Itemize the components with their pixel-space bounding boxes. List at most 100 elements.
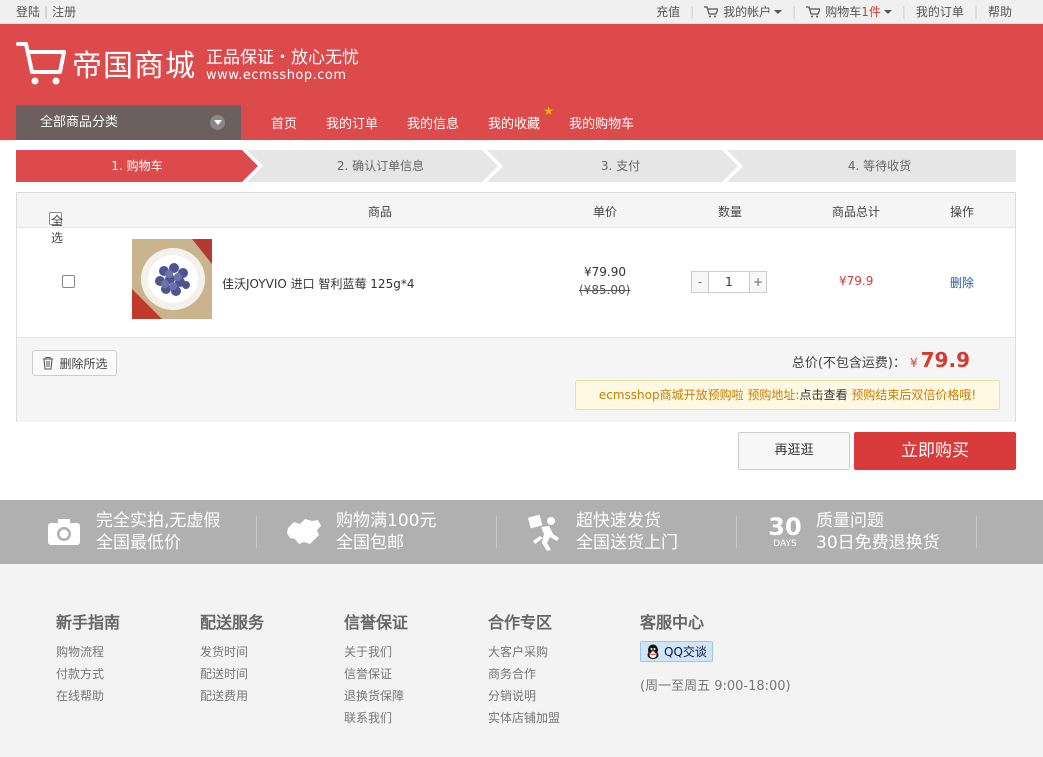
- cart-table: 全选 商品 单价 数量 商品总计 操作 佳沃JOYVIO 进口 智利蓝莓 125…: [16, 192, 1016, 422]
- footer-link[interactable]: 在线帮助: [56, 685, 120, 707]
- cart-summary: 删除所选 总价(不包含运费)： ¥ 79.9 ecmsshop商城开放预购啦 预…: [17, 338, 1015, 422]
- checkout-steps: 1. 购物车 2. 确认订单信息 3. 支付 4. 等待收货: [16, 150, 1016, 182]
- slogan: 正品保证・放心无忧 www.ecmsshop.com: [206, 43, 359, 83]
- item-checkbox[interactable]: [62, 275, 75, 288]
- nav-my-favorites[interactable]: 我的收藏 ★: [488, 104, 554, 132]
- service-item-free-shipping: 购物满100元 全国包邮: [285, 500, 436, 564]
- help-link[interactable]: 帮助: [988, 3, 1012, 20]
- site-logo[interactable]: 帝国商城 正品保证・放心无忧 www.ecmsshop.com: [16, 38, 359, 88]
- delete-selected-label: 删除所选: [59, 356, 108, 371]
- footer-link[interactable]: 联系我们: [344, 707, 408, 729]
- quantity-minus-button[interactable]: -: [691, 271, 709, 293]
- my-orders-link[interactable]: 我的订单: [916, 3, 964, 20]
- recharge-link[interactable]: 充值: [656, 3, 680, 20]
- step-confirm-order: 2. 确认订单信息: [336, 159, 425, 173]
- all-categories-label: 全部商品分类: [40, 115, 119, 130]
- footer-link[interactable]: 退换货保障: [344, 685, 408, 707]
- col-action: 操作: [950, 205, 975, 219]
- step-wait-delivery: 4. 等待收货: [847, 159, 912, 173]
- footer-col-title: 新手指南: [56, 613, 121, 632]
- total-label: 总价(不包含运费)：: [791, 356, 906, 371]
- divider: |: [901, 4, 906, 19]
- footer-link[interactable]: 大客户采购: [488, 641, 560, 663]
- divider: |: [690, 4, 695, 19]
- divider: |: [792, 4, 797, 19]
- nav-my-orders[interactable]: 我的订单: [326, 113, 378, 132]
- service-text: 购物满100元 全国包邮: [336, 510, 436, 554]
- col-unit-price: 单价: [593, 205, 618, 219]
- item-subtotal: ¥79.9: [839, 274, 874, 288]
- divider: [496, 516, 497, 548]
- star-icon: ★: [543, 104, 555, 118]
- notice-text: ecmsshop商城开放预购啦 预购地址:: [598, 388, 800, 402]
- qq-penguin-icon: [647, 644, 659, 659]
- total-amount: 79.9: [920, 348, 970, 372]
- footer-link[interactable]: 分销说明: [488, 685, 560, 707]
- unit-price: ¥79.90: [584, 265, 626, 279]
- footer-link[interactable]: 配送时间: [200, 663, 264, 685]
- footer-col-title: 配送服务: [200, 613, 265, 632]
- quantity-input[interactable]: 1: [709, 271, 749, 293]
- service-text: 完全实拍,无虚假 全国最低价: [96, 510, 220, 554]
- service-line1: 完全实拍,无虚假: [96, 511, 221, 531]
- service-text: 质量问题 30日免费退换货: [816, 510, 940, 554]
- register-link[interactable]: 注册: [52, 5, 76, 19]
- footer-link[interactable]: 关于我们: [344, 641, 408, 663]
- top-bar: 登陆 | 注册 充值 | 我的帐户 | 购物车 1件 | 我的订单 | 帮助: [0, 0, 1043, 24]
- chevron-down-icon: [210, 115, 225, 130]
- account-label: 我的帐户: [723, 5, 772, 19]
- service-bar: 完全实拍,无虚假 全国最低价 购物满100元 全国包邮 超快速发货 全国送货上门…: [0, 500, 1043, 564]
- chevron-down-icon: [883, 9, 892, 14]
- footer-link[interactable]: 购物流程: [56, 641, 120, 663]
- nav-home[interactable]: 首页: [271, 113, 297, 132]
- service-item-fast-delivery: 超快速发货 全国送货上门: [525, 500, 678, 564]
- service-line1: 质量问题: [816, 511, 884, 531]
- delete-selected-button[interactable]: 删除所选: [32, 350, 117, 376]
- brand-name: 帝国商城: [72, 49, 196, 84]
- service-text: 超快速发货 全国送货上门: [576, 510, 678, 554]
- delete-link[interactable]: 删除: [950, 274, 974, 291]
- service-item-returns: 30 DAYS 质量问题 30日免费退换货: [767, 500, 940, 564]
- notice-link[interactable]: 点击查看: [799, 388, 847, 402]
- main-nav: 首页 我的订单 我的信息 我的收藏 ★ 我的购物车: [271, 104, 663, 140]
- service-hours: (周一至周五 9:00-18:00): [640, 678, 791, 694]
- footer-link[interactable]: 发货时间: [200, 641, 264, 663]
- qq-chat-button[interactable]: QQ交谈: [640, 641, 713, 662]
- footer-link[interactable]: 实体店铺加盟: [488, 707, 560, 729]
- logo-cart-icon: [16, 42, 66, 85]
- total-currency: ¥: [910, 356, 918, 370]
- login-link[interactable]: 登陆: [16, 5, 40, 19]
- cart-item-row: 佳沃JOYVIO 进口 智利蓝莓 125g*4 ¥79.90 (¥85.00) …: [17, 228, 1015, 338]
- site-url: www.ecmsshop.com: [206, 68, 347, 83]
- quantity-plus-button[interactable]: +: [749, 271, 767, 293]
- days-number: 30: [768, 513, 802, 541]
- product-name[interactable]: 佳沃JOYVIO 进口 智利蓝莓 125g*4: [222, 275, 414, 292]
- nav-my-info[interactable]: 我的信息: [407, 113, 459, 132]
- footer-link[interactable]: 商务合作: [488, 663, 560, 685]
- delivery-man-icon: [527, 514, 559, 551]
- buy-now-button[interactable]: 立即购买: [854, 432, 1016, 470]
- service-line2: 全国最低价: [96, 533, 181, 553]
- cart-menu[interactable]: 购物车 1件: [806, 3, 892, 20]
- service-line2: 全国包邮: [336, 533, 404, 553]
- qq-chat-label: QQ交谈: [664, 645, 707, 659]
- continue-shopping-button[interactable]: 再逛逛: [738, 432, 850, 470]
- service-line1: 超快速发货: [576, 511, 661, 531]
- cart-count: 1件: [861, 5, 881, 19]
- footer-link[interactable]: 配送费用: [200, 685, 264, 707]
- footer-col-delivery: 配送服务 发货时间 配送时间 配送费用: [200, 609, 264, 707]
- all-categories-button[interactable]: 全部商品分类: [16, 105, 241, 140]
- footer-link[interactable]: 信誉保证: [344, 663, 408, 685]
- step-cart: 1. 购物车: [111, 159, 163, 173]
- col-quantity: 数量: [718, 205, 743, 219]
- nav-my-cart[interactable]: 我的购物车: [569, 113, 634, 132]
- product-image[interactable]: [132, 239, 212, 319]
- notice-text-2: 预购结束后双倍价格哦!: [851, 388, 977, 402]
- divider: [256, 516, 257, 548]
- quantity-stepper: - 1 +: [691, 271, 767, 293]
- footer-col-title: 信誉保证: [344, 613, 409, 632]
- footer-link[interactable]: 付款方式: [56, 663, 120, 685]
- auth-links: 登陆 | 注册: [16, 3, 76, 20]
- nav-my-favorites-label: 我的收藏: [488, 117, 541, 132]
- account-menu[interactable]: 我的帐户: [704, 3, 783, 20]
